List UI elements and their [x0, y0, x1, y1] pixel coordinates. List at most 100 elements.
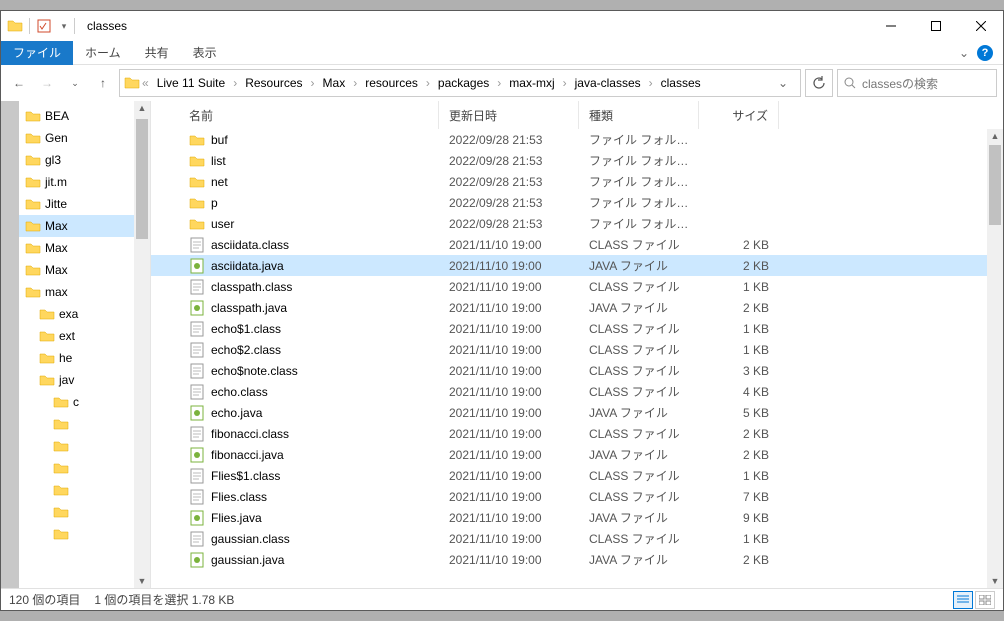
col-size[interactable]: サイズ [699, 101, 779, 129]
tree-item[interactable]: he [19, 347, 150, 369]
scroll-down-icon[interactable]: ▼ [138, 574, 147, 588]
tree-item[interactable] [19, 523, 150, 545]
chevron-right-icon: › [311, 76, 315, 90]
file-name: echo.class [211, 385, 268, 399]
tree-item[interactable] [19, 435, 150, 457]
file-row[interactable]: fibonacci.java2021/11/10 19:00JAVA ファイル2… [151, 444, 1003, 465]
file-date: 2022/09/28 21:53 [439, 154, 579, 168]
maximize-button[interactable] [913, 11, 958, 41]
nav-tree[interactable]: BEAGengl3jit.mJitteMaxMaxMaxmaxexaexthej… [19, 101, 151, 588]
tree-item[interactable]: exa [19, 303, 150, 325]
tab-home[interactable]: ホーム [73, 41, 133, 65]
file-type: JAVA ファイル [579, 299, 699, 316]
breadcrumb-segment[interactable]: max-mxj [503, 74, 560, 92]
file-row[interactable]: echo.class2021/11/10 19:00CLASS ファイル4 KB [151, 381, 1003, 402]
thumbnails-view-icon[interactable] [975, 591, 995, 609]
file-row[interactable]: gaussian.java2021/11/10 19:00JAVA ファイル2 … [151, 549, 1003, 570]
file-row[interactable]: echo$1.class2021/11/10 19:00CLASS ファイル1 … [151, 318, 1003, 339]
chevron-icon: « [142, 76, 149, 90]
col-name[interactable]: 名前 [179, 101, 439, 129]
tree-item[interactable] [19, 413, 150, 435]
col-date[interactable]: 更新日時 [439, 101, 579, 129]
tree-item[interactable]: Max [19, 237, 150, 259]
scroll-down-icon[interactable]: ▼ [991, 574, 1000, 588]
file-size: 9 KB [699, 511, 779, 525]
recent-dropdown[interactable]: ⌄ [63, 71, 87, 95]
help-icon[interactable]: ? [977, 45, 993, 61]
scroll-thumb[interactable] [989, 145, 1001, 225]
breadcrumb-segment[interactable]: packages [432, 74, 495, 92]
file-row[interactable]: gaussian.class2021/11/10 19:00CLASS ファイル… [151, 528, 1003, 549]
file-date: 2021/11/10 19:00 [439, 553, 579, 567]
up-button[interactable]: ↑ [91, 71, 115, 95]
folder-icon [25, 152, 41, 168]
chevron-down-icon[interactable]: ⌄ [959, 46, 969, 60]
file-row[interactable]: p2022/09/28 21:53ファイル フォルダー [151, 192, 1003, 213]
folder-icon [53, 394, 69, 410]
scroll-up-icon[interactable]: ▲ [138, 101, 147, 115]
tree-item[interactable] [19, 501, 150, 523]
tab-view[interactable]: 表示 [181, 41, 229, 65]
file-row[interactable]: Flies$1.class2021/11/10 19:00CLASS ファイル1… [151, 465, 1003, 486]
scroll-up-icon[interactable]: ▲ [991, 129, 1000, 143]
file-name: list [211, 154, 226, 168]
tab-share[interactable]: 共有 [133, 41, 181, 65]
tree-item[interactable]: Gen [19, 127, 150, 149]
breadcrumb[interactable]: « Live 11 Suite›Resources›Max›resources›… [119, 69, 801, 97]
close-button[interactable] [958, 11, 1003, 41]
col-type[interactable]: 種類 [579, 101, 699, 129]
folder-icon [25, 108, 41, 124]
file-row[interactable]: echo$note.class2021/11/10 19:00CLASS ファイ… [151, 360, 1003, 381]
file-row[interactable]: fibonacci.class2021/11/10 19:00CLASS ファイ… [151, 423, 1003, 444]
file-row[interactable]: Flies.class2021/11/10 19:00CLASS ファイル7 K… [151, 486, 1003, 507]
file-size: 7 KB [699, 490, 779, 504]
file-row[interactable]: list2022/09/28 21:53ファイル フォルダー [151, 150, 1003, 171]
tree-item[interactable]: gl3 [19, 149, 150, 171]
scroll-thumb[interactable] [136, 119, 148, 239]
file-row[interactable]: classpath.java2021/11/10 19:00JAVA ファイル2… [151, 297, 1003, 318]
properties-icon[interactable] [36, 18, 52, 34]
breadcrumb-dropdown[interactable]: ⌄ [770, 76, 796, 90]
details-view-icon[interactable] [953, 591, 973, 609]
tab-file[interactable]: ファイル [1, 41, 73, 65]
forward-button[interactable]: → [35, 71, 59, 95]
breadcrumb-segment[interactable]: Resources [239, 74, 308, 92]
tree-item[interactable]: Max [19, 215, 150, 237]
tree-item[interactable] [19, 457, 150, 479]
file-row[interactable]: Flies.java2021/11/10 19:00JAVA ファイル9 KB [151, 507, 1003, 528]
file-date: 2022/09/28 21:53 [439, 217, 579, 231]
breadcrumb-segment[interactable]: java-classes [569, 74, 647, 92]
file-row[interactable]: asciidata.java2021/11/10 19:00JAVA ファイル2… [151, 255, 1003, 276]
list-scrollbar[interactable]: ▲ ▼ [987, 129, 1003, 588]
file-row[interactable]: classpath.class2021/11/10 19:00CLASS ファイ… [151, 276, 1003, 297]
search-input[interactable]: classesの検索 [837, 69, 997, 97]
tree-item[interactable] [19, 479, 150, 501]
breadcrumb-segment[interactable]: classes [655, 74, 707, 92]
file-row[interactable]: echo.java2021/11/10 19:00JAVA ファイル5 KB [151, 402, 1003, 423]
tree-scrollbar[interactable]: ▲ ▼ [134, 101, 150, 588]
file-row[interactable]: net2022/09/28 21:53ファイル フォルダー [151, 171, 1003, 192]
breadcrumb-segment[interactable]: resources [359, 74, 424, 92]
tree-item[interactable]: Max [19, 259, 150, 281]
file-row[interactable]: user2022/09/28 21:53ファイル フォルダー [151, 213, 1003, 234]
refresh-button[interactable] [805, 69, 833, 97]
tree-item[interactable]: BEA [19, 105, 150, 127]
file-row[interactable]: asciidata.class2021/11/10 19:00CLASS ファイ… [151, 234, 1003, 255]
file-icon [189, 321, 205, 337]
tree-item[interactable]: c [19, 391, 150, 413]
back-button[interactable]: ← [7, 71, 31, 95]
tree-item[interactable]: Jitte [19, 193, 150, 215]
minimize-button[interactable] [868, 11, 913, 41]
tree-label: Max [45, 219, 68, 233]
dropdown-icon[interactable]: ▾ [56, 18, 72, 34]
tree-item[interactable]: max [19, 281, 150, 303]
file-type: ファイル フォルダー [579, 131, 699, 148]
tree-item[interactable]: ext [19, 325, 150, 347]
file-row[interactable]: echo$2.class2021/11/10 19:00CLASS ファイル1 … [151, 339, 1003, 360]
file-type: CLASS ファイル [579, 488, 699, 505]
file-row[interactable]: buf2022/09/28 21:53ファイル フォルダー [151, 129, 1003, 150]
tree-item[interactable]: jit.m [19, 171, 150, 193]
tree-item[interactable]: jav [19, 369, 150, 391]
breadcrumb-segment[interactable]: Max [317, 74, 352, 92]
breadcrumb-segment[interactable]: Live 11 Suite [151, 74, 232, 92]
